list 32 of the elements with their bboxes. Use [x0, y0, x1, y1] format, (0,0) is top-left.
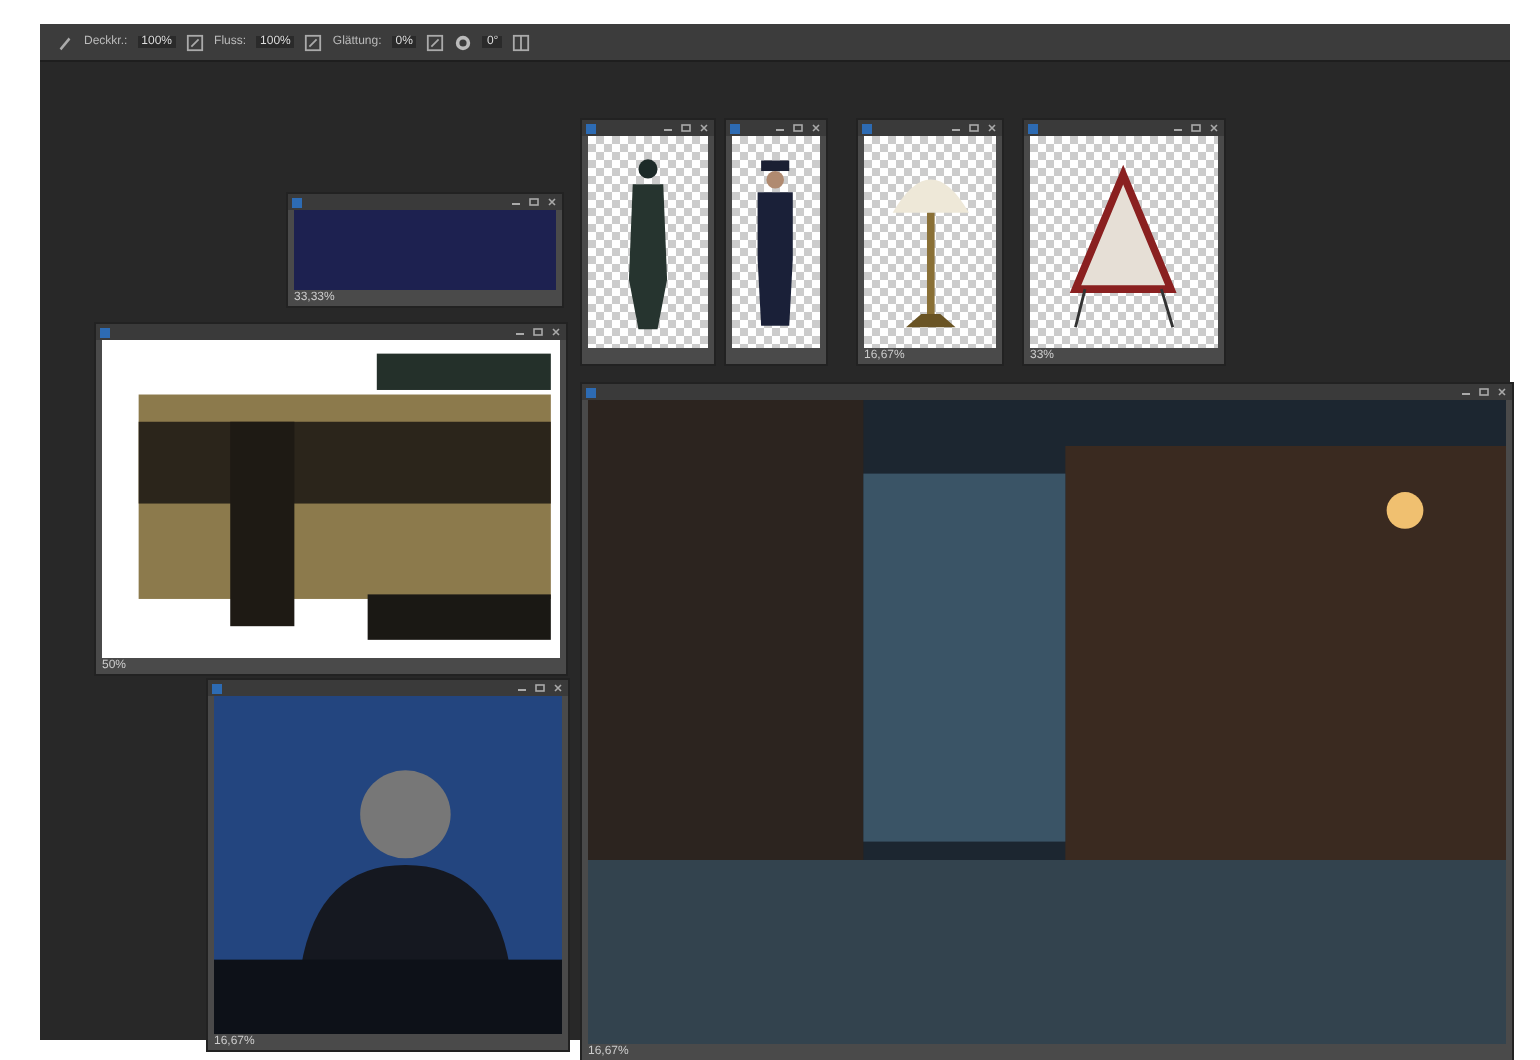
close-icon[interactable] — [1208, 122, 1220, 134]
maximize-icon[interactable] — [968, 122, 980, 134]
close-icon[interactable] — [986, 122, 998, 134]
maximize-icon[interactable] — [792, 122, 804, 134]
maximize-icon[interactable] — [1478, 386, 1490, 398]
close-icon[interactable] — [698, 122, 710, 134]
document-icon — [212, 683, 222, 693]
document-icon — [586, 123, 596, 133]
close-icon[interactable] — [1496, 386, 1508, 398]
settings-icon[interactable] — [454, 33, 473, 51]
maximize-icon[interactable] — [1190, 122, 1202, 134]
maximize-icon[interactable] — [534, 682, 546, 694]
document-window[interactable] — [724, 118, 828, 366]
document-icon — [862, 123, 872, 133]
document-icon — [100, 327, 110, 337]
symmetry-icon[interactable] — [512, 33, 531, 51]
document-icon — [730, 123, 740, 133]
close-icon[interactable] — [552, 682, 564, 694]
document-icon — [292, 197, 302, 207]
document-window[interactable] — [580, 118, 716, 366]
maximize-icon[interactable] — [680, 122, 692, 134]
document-icon — [586, 387, 596, 397]
brush-icon[interactable] — [56, 33, 74, 51]
pen-icon[interactable] — [304, 33, 323, 51]
pen-icon[interactable] — [426, 33, 445, 51]
close-icon[interactable] — [550, 326, 562, 338]
maximize-icon[interactable] — [532, 326, 544, 338]
close-icon[interactable] — [546, 196, 558, 208]
pen-icon[interactable] — [186, 33, 205, 51]
close-icon[interactable] — [810, 122, 822, 134]
maximize-icon[interactable] — [528, 196, 540, 208]
document-icon — [1028, 123, 1038, 133]
